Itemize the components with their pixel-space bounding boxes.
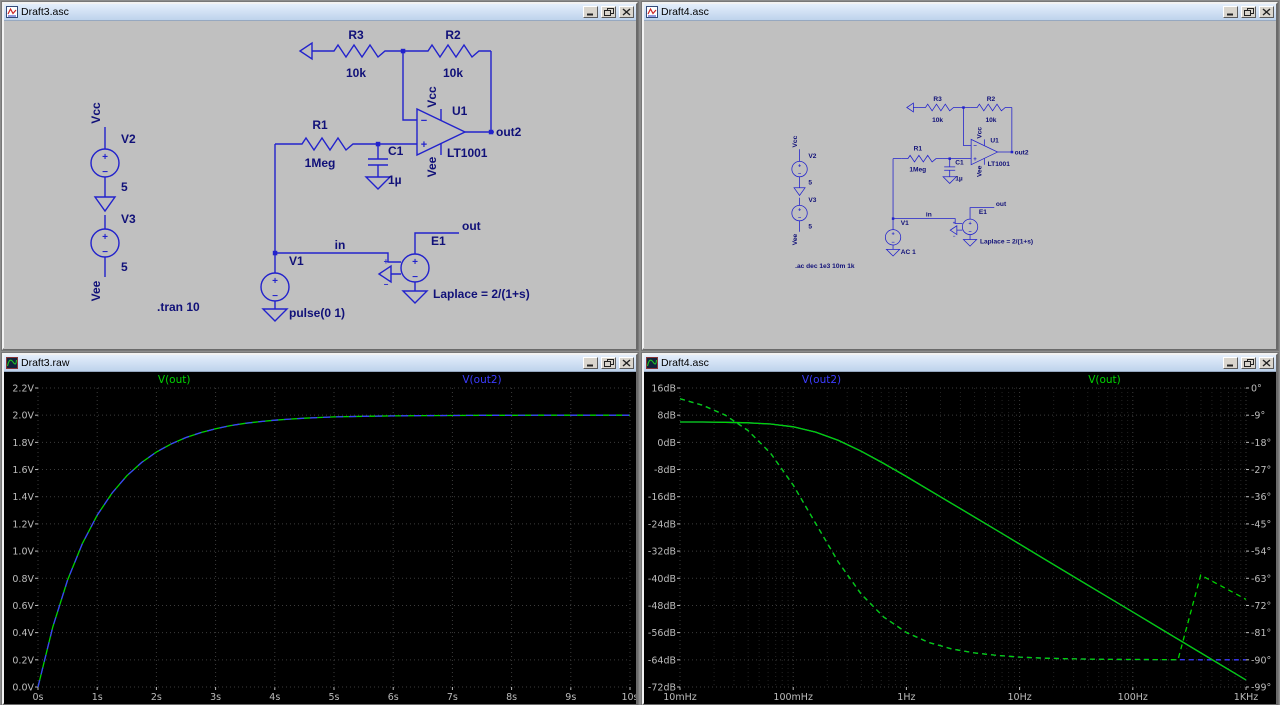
y-axis-label: 2.0V xyxy=(12,411,34,422)
schematic-canvas-draft4[interactable]: AC 1 .ac dec 1e3 10m 1k xyxy=(644,21,1276,349)
x-axis-label: 10Hz xyxy=(1007,692,1031,703)
trace-V(out)-phase xyxy=(679,398,1247,661)
y2-axis-label: -72° xyxy=(1251,601,1271,612)
window-title: Draft3.asc xyxy=(21,6,69,18)
schematic-file-icon xyxy=(646,6,658,18)
y-axis-label: 0.0V xyxy=(12,683,34,694)
sim-directive[interactable]: .tran 10 xyxy=(157,300,200,314)
window-title: Draft4.asc xyxy=(661,357,709,369)
y2-axis-label: -18° xyxy=(1251,438,1271,449)
waveform-file-icon xyxy=(6,357,18,369)
transient-plot: 0s 1s 2s 3s 4s 5s 6s 7s 8s 9s 10s 2.2V 2.0V 1.8V 1.6V 1… xyxy=(12,374,636,703)
legend-V(out)[interactable]: V(out) xyxy=(158,374,191,386)
restore-button[interactable] xyxy=(601,6,616,18)
y-axis-label: 1.2V xyxy=(12,519,34,530)
y-axis-label: -8dB xyxy=(654,465,676,476)
ac-analysis-plot: 10mHz 100mHz 1Hz 10Hz 100Hz 1KHz 16dB 0° 8dB -9° 0… xyxy=(648,374,1271,703)
schematic-canvas-draft3[interactable]: R3 10k R2 10k R1 1Meg C1 1µ U1 LT1001 ou… xyxy=(4,21,636,349)
y2-axis-label: -54° xyxy=(1251,547,1271,558)
x-axis-label: 1s xyxy=(92,692,103,703)
y2-axis-label: -27° xyxy=(1251,465,1271,476)
x-axis-label: 10mHz xyxy=(663,692,696,703)
y-axis-label: 2.2V xyxy=(12,384,34,395)
window-draft3-waveform[interactable]: Draft3.raw 0s 1s 2s 3s 4s 5s 6s 7s 8s 9s 10s 2.2V 2.… xyxy=(2,353,638,705)
y-axis-label: -56dB xyxy=(648,628,676,639)
y-axis-label: 1.6V xyxy=(12,465,34,476)
x-axis-label: 2s xyxy=(151,692,162,703)
y-axis-label: -64dB xyxy=(648,655,676,666)
y2-axis-label: -36° xyxy=(1251,492,1271,503)
x-axis-label: 6s xyxy=(388,692,399,703)
y-axis-label: 16dB xyxy=(651,384,676,395)
close-button[interactable] xyxy=(619,357,634,369)
minimize-button[interactable] xyxy=(1223,6,1238,18)
window-draft4-waveform[interactable]: Draft4.asc 10mHz 100mHz 1Hz 10Hz 100Hz 1KHz 16… xyxy=(642,353,1278,705)
y-axis-label: -16dB xyxy=(648,492,676,503)
x-axis-label: 1KHz xyxy=(1234,692,1258,703)
v1-value-label[interactable]: AC 1 xyxy=(901,249,916,256)
sim-directive[interactable]: .ac dec 1e3 10m 1k xyxy=(795,263,855,270)
legend-V(out2)[interactable]: V(out2) xyxy=(802,374,841,386)
y-axis-label: 1.4V xyxy=(12,492,34,503)
close-button[interactable] xyxy=(1259,357,1274,369)
schematic-file-icon xyxy=(6,6,18,18)
window-draft4-schematic[interactable]: Draft4.asc AC 1 .ac dec 1e3 10m 1k xyxy=(642,2,1278,350)
y2-axis-label: -45° xyxy=(1251,519,1271,530)
x-axis-label: 100Hz xyxy=(1118,692,1148,703)
minimize-button[interactable] xyxy=(583,357,598,369)
legend-V(out)[interactable]: V(out) xyxy=(1088,374,1121,386)
y2-axis-label: -9° xyxy=(1251,411,1265,422)
y2-axis-label: -90° xyxy=(1251,655,1271,666)
restore-button[interactable] xyxy=(601,357,616,369)
minimize-button[interactable] xyxy=(1223,357,1238,369)
y-axis-label: 0dB xyxy=(657,438,676,449)
x-axis-label: 5s xyxy=(329,692,340,703)
restore-button[interactable] xyxy=(1241,357,1256,369)
titlebar[interactable]: Draft3.raw xyxy=(4,355,636,372)
v1-value-label[interactable]: pulse(0 1) xyxy=(289,306,345,320)
y2-axis-label: -81° xyxy=(1251,628,1271,639)
y-axis-label: 0.8V xyxy=(12,574,34,585)
y-axis-label: 0.4V xyxy=(12,628,34,639)
legend-V(out2)[interactable]: V(out2) xyxy=(462,374,501,386)
close-button[interactable] xyxy=(619,6,634,18)
y-axis-label: -32dB xyxy=(648,547,676,558)
y2-axis-label: 0° xyxy=(1251,384,1262,395)
x-axis-label: 8s xyxy=(506,692,517,703)
x-axis-label: 7s xyxy=(447,692,458,703)
titlebar[interactable]: Draft4.asc xyxy=(644,4,1276,21)
titlebar[interactable]: Draft4.asc xyxy=(644,355,1276,372)
y2-axis-label: -63° xyxy=(1251,574,1271,585)
y-axis-label: 1.8V xyxy=(12,438,34,449)
x-axis-label: 3s xyxy=(210,692,221,703)
y-axis-label: -40dB xyxy=(648,574,676,585)
y-axis-label: -48dB xyxy=(648,601,676,612)
restore-button[interactable] xyxy=(1241,6,1256,18)
x-axis-label: 100mHz xyxy=(773,692,813,703)
x-axis-label: 4s xyxy=(269,692,280,703)
waveform-file-icon xyxy=(646,357,658,369)
plot-pane-draft3[interactable]: 0s 1s 2s 3s 4s 5s 6s 7s 8s 9s 10s 2.2V 2.0V 1.8V 1.6V 1… xyxy=(4,372,636,704)
close-button[interactable] xyxy=(1259,6,1274,18)
window-title: Draft4.asc xyxy=(661,6,709,18)
x-axis-label: 1Hz xyxy=(897,692,915,703)
x-axis-label: 10s xyxy=(621,692,636,703)
y-axis-label: -72dB xyxy=(648,683,676,694)
y-axis-label: 0.2V xyxy=(12,655,34,666)
y-axis-label: -24dB xyxy=(648,519,676,530)
ltspice-desktop: { "windows": { "tl": {"title": "Draft3.a… xyxy=(0,0,1280,705)
x-axis-label: 0s xyxy=(33,692,44,703)
window-title: Draft3.raw xyxy=(21,357,70,369)
y2-axis-label: -99° xyxy=(1251,683,1271,694)
y-axis-label: 0.6V xyxy=(12,601,34,612)
plot-pane-draft4[interactable]: 10mHz 100mHz 1Hz 10Hz 100Hz 1KHz 16dB 0° 8dB -9° 0… xyxy=(644,372,1276,704)
x-axis-label: 9s xyxy=(565,692,576,703)
titlebar[interactable]: Draft3.asc xyxy=(4,4,636,21)
y-axis-label: 1.0V xyxy=(12,547,34,558)
window-draft3-schematic[interactable]: Draft3.asc pulse(0 1) .tran 10 xyxy=(2,2,638,350)
trace-V(out2)-phase xyxy=(679,398,1246,661)
y-axis-label: 8dB xyxy=(657,411,676,422)
minimize-button[interactable] xyxy=(583,6,598,18)
